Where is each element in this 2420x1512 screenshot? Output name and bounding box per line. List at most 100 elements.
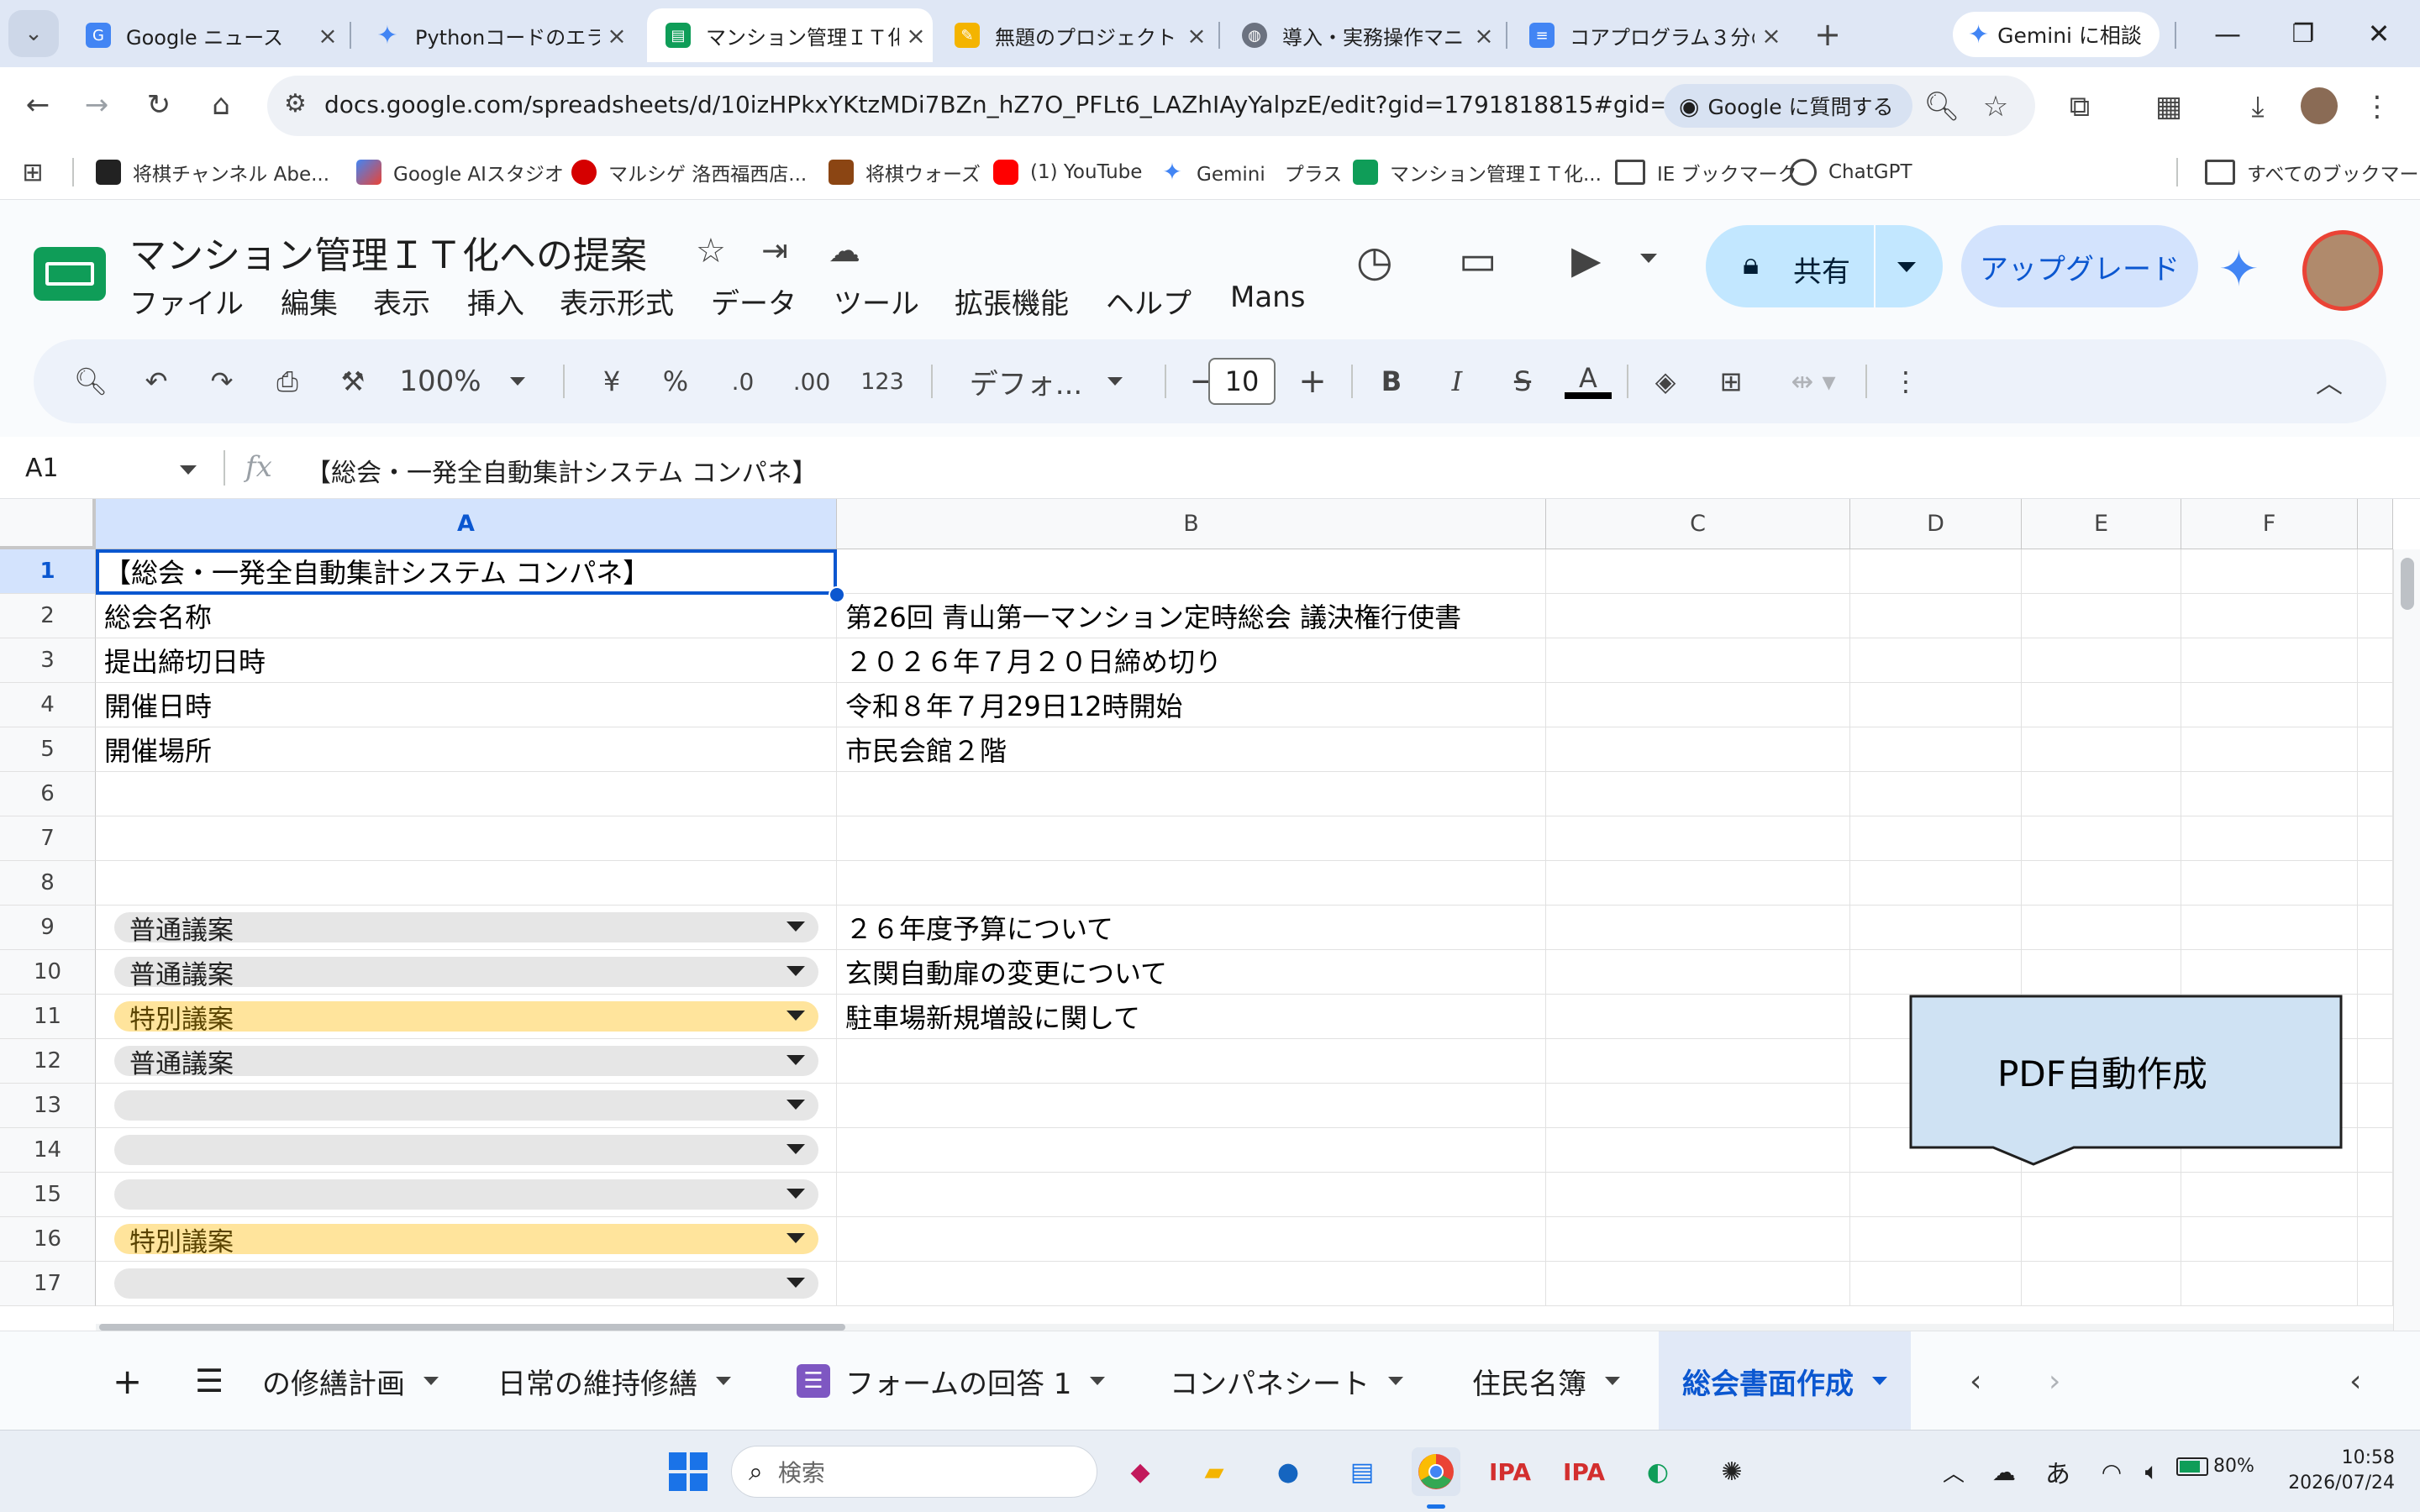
cell-b7[interactable] bbox=[837, 816, 1546, 861]
all-sheets-menu-icon[interactable]: ☰ bbox=[195, 1350, 224, 1412]
cell-e1[interactable] bbox=[2022, 549, 2181, 594]
cell-d10[interactable] bbox=[1850, 950, 2022, 995]
sheet-tab[interactable]: コンパネシート bbox=[1170, 1350, 1403, 1412]
bookmark-abema[interactable]: 将棋チャンネル Abe... bbox=[96, 155, 329, 190]
pdf-auto-create-button[interactable]: PDF自動作成 bbox=[1909, 995, 2344, 1166]
cell-b11[interactable]: 駐車場新規増設に関して bbox=[837, 995, 1546, 1039]
formula-input[interactable]: 【総会・一発全自動集計システム コンパネ】 bbox=[306, 452, 818, 489]
search-zoom-icon[interactable]: 🔍︎ bbox=[1918, 82, 1966, 131]
scroll-tabs-left-icon[interactable]: ‹ bbox=[1970, 1350, 1981, 1412]
row-header[interactable]: 17 bbox=[0, 1262, 96, 1306]
decrease-decimal-button[interactable]: .0 bbox=[716, 358, 770, 405]
profile-avatar[interactable] bbox=[2301, 87, 2338, 124]
cell-f5[interactable] bbox=[2181, 727, 2358, 772]
cell-c5[interactable] bbox=[1546, 727, 1850, 772]
redo-icon[interactable]: ↷ bbox=[198, 358, 245, 405]
row-header[interactable]: 8 bbox=[0, 861, 96, 906]
cell-c6[interactable] bbox=[1546, 772, 1850, 816]
browser-tab-manual[interactable]: ◍ 導入・実務操作マニ × bbox=[1223, 8, 1501, 62]
cell-a6[interactable] bbox=[96, 772, 837, 816]
cell-f7[interactable] bbox=[2181, 816, 2358, 861]
close-icon[interactable]: × bbox=[1467, 22, 1501, 50]
ask-google-chip[interactable]: ◉ Google に質問する bbox=[1664, 84, 1912, 128]
cell-c9[interactable] bbox=[1546, 906, 1850, 950]
cell-e10[interactable] bbox=[2022, 950, 2181, 995]
site-settings-icon[interactable]: ⚙ bbox=[284, 89, 307, 118]
reload-icon[interactable]: ↻ bbox=[134, 81, 183, 129]
comments-icon[interactable]: ▭ bbox=[1459, 237, 1497, 284]
row-header[interactable]: 10 bbox=[0, 950, 96, 995]
cell-f4[interactable] bbox=[2181, 683, 2358, 727]
cell-b13[interactable] bbox=[837, 1084, 1546, 1128]
home-icon[interactable]: ⌂ bbox=[197, 81, 245, 129]
zoom-select[interactable]: 100% bbox=[395, 358, 529, 405]
cell-b10[interactable]: 玄関自動扉の変更について bbox=[837, 950, 1546, 995]
browser-tab-python-error[interactable]: ✦ Pythonコードのエラー修 × bbox=[356, 8, 634, 62]
cell-a13[interactable] bbox=[96, 1084, 837, 1128]
extensions-icon[interactable]: ⧉ bbox=[2055, 82, 2104, 131]
cell-c12[interactable] bbox=[1546, 1039, 1850, 1084]
cell-a14[interactable] bbox=[96, 1128, 837, 1173]
text-color-icon[interactable]: A bbox=[1565, 358, 1612, 405]
bookmark-ie-folder[interactable]: IE ブックマーク bbox=[1615, 155, 1797, 190]
cell-c7[interactable] bbox=[1546, 816, 1850, 861]
restore-icon[interactable]: ❐ bbox=[2265, 8, 2341, 59]
sheet-tab[interactable]: 住民名簿 bbox=[1472, 1350, 1620, 1412]
italic-icon[interactable]: I bbox=[1434, 358, 1481, 405]
cell-e16[interactable] bbox=[2022, 1217, 2181, 1262]
cell-c15[interactable] bbox=[1546, 1173, 1850, 1217]
cell-b6[interactable] bbox=[837, 772, 1546, 816]
new-tab-button[interactable]: + bbox=[1803, 10, 1852, 59]
version-history-icon[interactable]: ◷ bbox=[1356, 237, 1393, 286]
back-icon[interactable]: ← bbox=[13, 81, 62, 129]
cell-f17[interactable] bbox=[2181, 1262, 2358, 1306]
row-header[interactable]: 1 bbox=[0, 549, 96, 594]
column-header-e[interactable]: E bbox=[2022, 499, 2181, 549]
cell-d1[interactable] bbox=[1850, 549, 2022, 594]
sheet-tab[interactable]: 日常の維持修繕 bbox=[497, 1350, 731, 1412]
forward-icon[interactable]: → bbox=[72, 81, 121, 129]
download-icon[interactable]: ⤓ bbox=[2233, 82, 2282, 131]
cell-e6[interactable] bbox=[2022, 772, 2181, 816]
cell-e15[interactable] bbox=[2022, 1173, 2181, 1217]
cell-f16[interactable] bbox=[2181, 1217, 2358, 1262]
horizontal-scrollbar[interactable] bbox=[96, 1324, 2393, 1331]
upgrade-button[interactable]: アップグレード bbox=[1961, 225, 2198, 307]
cell-f3[interactable] bbox=[2181, 638, 2358, 683]
cell-e2[interactable] bbox=[2022, 594, 2181, 638]
cell-a11[interactable]: 特別議案 bbox=[96, 995, 837, 1039]
cell-b4[interactable]: 令和８年７月29日12時開始 bbox=[837, 683, 1546, 727]
cell-d8[interactable] bbox=[1850, 861, 2022, 906]
font-size-input[interactable]: 10 bbox=[1208, 358, 1276, 405]
cell-a4[interactable]: 開催日時 bbox=[96, 683, 837, 727]
cell-a12[interactable]: 普通議案 bbox=[96, 1039, 837, 1084]
cell-c13[interactable] bbox=[1546, 1084, 1850, 1128]
cell-f9[interactable] bbox=[2181, 906, 2358, 950]
cell-c11[interactable] bbox=[1546, 995, 1850, 1039]
cell-a1[interactable]: 【総会・一発全自動集計システム コンパネ】 bbox=[96, 549, 837, 594]
percent-format-button[interactable]: % bbox=[652, 358, 699, 405]
cell-e9[interactable] bbox=[2022, 906, 2181, 950]
close-icon[interactable]: × bbox=[600, 22, 634, 50]
user-avatar[interactable] bbox=[2302, 230, 2383, 311]
row-header[interactable]: 12 bbox=[0, 1039, 96, 1084]
sheet-tab-active[interactable]: 総会書面作成 bbox=[1682, 1350, 1887, 1412]
vertical-scrollbar[interactable] bbox=[2393, 549, 2420, 1331]
cell-c8[interactable] bbox=[1546, 861, 1850, 906]
bookmark-chatgpt[interactable]: ChatGPT bbox=[1790, 155, 1912, 190]
column-header-f[interactable]: F bbox=[2181, 499, 2358, 549]
collapse-toolbar-icon[interactable]: ︿ bbox=[2306, 358, 2353, 405]
cell-e5[interactable] bbox=[2022, 727, 2181, 772]
tab-search-chevron-icon[interactable]: ⌄ bbox=[8, 10, 59, 57]
menu-format[interactable]: 表示形式 bbox=[560, 281, 674, 322]
proposal-type-dropdown[interactable]: 特別議案 bbox=[114, 1001, 818, 1035]
cell-f8[interactable] bbox=[2181, 861, 2358, 906]
cell-b16[interactable] bbox=[837, 1217, 1546, 1262]
proposal-type-dropdown[interactable]: 普通議案 bbox=[114, 912, 818, 946]
cell-c4[interactable] bbox=[1546, 683, 1850, 727]
cell-a9[interactable]: 普通議案 bbox=[96, 906, 837, 950]
menu-mans-custom[interactable]: Mans bbox=[1230, 281, 1305, 314]
tray-overflow-icon[interactable]: ︿ bbox=[1929, 1447, 1978, 1496]
cell-b8[interactable] bbox=[837, 861, 1546, 906]
cell-c17[interactable] bbox=[1546, 1262, 1850, 1306]
